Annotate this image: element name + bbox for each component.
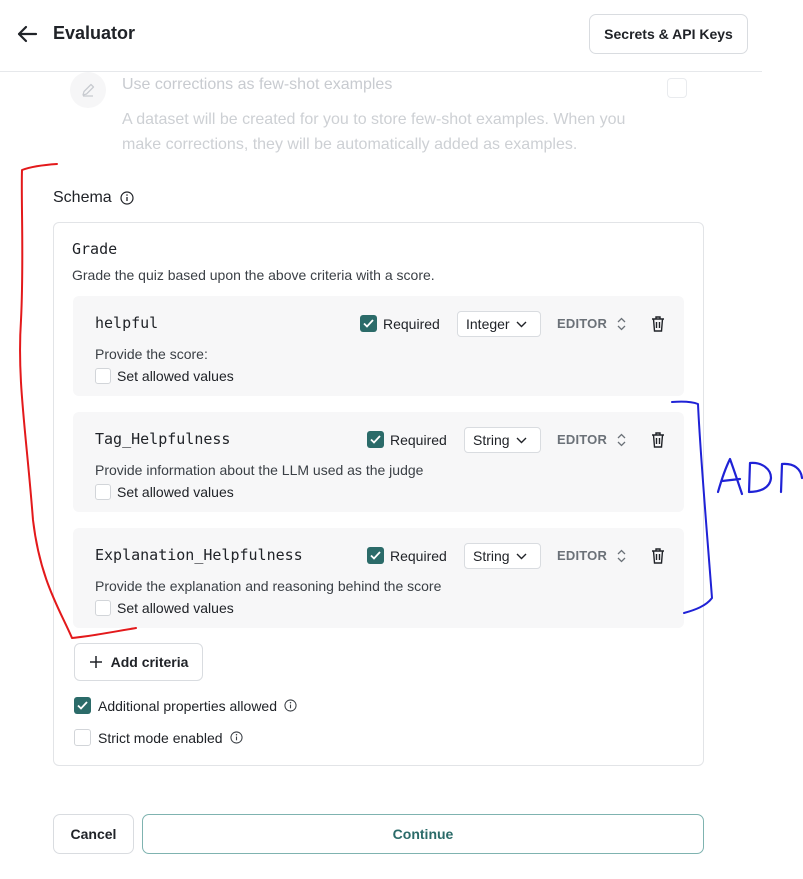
fewshot-title: Use corrections as few-shot examples [122, 76, 393, 93]
unchecked-checkbox[interactable] [95, 484, 111, 500]
additional-properties-label: Additional properties allowed [98, 697, 277, 714]
editor-button[interactable]: EDITOR [557, 432, 626, 447]
criterion-name: helpful [95, 314, 159, 332]
set-allowed-values-label: Set allowed values [117, 600, 234, 616]
set-allowed-values[interactable]: Set allowed values [95, 600, 234, 616]
pencil-icon [70, 72, 106, 108]
checked-checkbox-icon[interactable] [367, 431, 384, 448]
editor-label: EDITOR [557, 432, 608, 447]
chevron-down-icon [516, 437, 527, 443]
chevron-up-down-icon [617, 549, 626, 562]
trash-icon[interactable] [650, 547, 666, 565]
editor-button[interactable]: EDITOR [557, 548, 626, 563]
type-select[interactable]: Integer [457, 311, 541, 337]
criterion-description: Provide the explanation and reasoning be… [95, 578, 442, 594]
criterion-card: Tag_Helpfulness Required String EDITOR P… [73, 412, 684, 512]
schema-label: Schema [53, 189, 134, 207]
add-criteria-label: Add criteria [110, 654, 189, 670]
checked-checkbox-icon[interactable] [367, 547, 384, 564]
type-select[interactable]: String [464, 427, 541, 453]
criterion-card: Explanation_Helpfulness Required String … [73, 528, 684, 628]
schema-description: Grade the quiz based upon the above crit… [72, 267, 435, 283]
info-icon[interactable] [120, 191, 134, 205]
criterion-description: Provide information about the LLM used a… [95, 462, 424, 478]
chevron-down-icon [516, 321, 527, 327]
unchecked-checkbox[interactable] [95, 368, 111, 384]
chevron-up-down-icon [617, 433, 626, 446]
criterion-description: Provide the score: [95, 346, 208, 362]
editor-label: EDITOR [557, 316, 608, 331]
page-title: Evaluator [53, 23, 136, 43]
required-toggle[interactable]: Required [367, 431, 447, 448]
handwritten-add-text [716, 457, 803, 496]
trash-icon[interactable] [650, 315, 666, 333]
additional-properties-option[interactable]: Additional properties allowed [74, 697, 297, 714]
type-select-value: String [473, 548, 510, 564]
required-toggle[interactable]: Required [367, 547, 447, 564]
strict-mode-label: Strict mode enabled [98, 729, 223, 746]
chevron-down-icon [516, 553, 527, 559]
chevron-up-down-icon [617, 317, 626, 330]
cancel-button[interactable]: Cancel [53, 814, 134, 854]
required-label: Required [390, 547, 447, 564]
type-select-value: String [473, 432, 510, 448]
set-allowed-values-label: Set allowed values [117, 484, 234, 500]
schema-name: Grade [72, 240, 118, 258]
plus-icon [89, 656, 102, 668]
criterion-name: Explanation_Helpfulness [95, 546, 303, 564]
editor-button[interactable]: EDITOR [557, 316, 626, 331]
unchecked-checkbox[interactable] [74, 729, 91, 746]
checked-checkbox-icon[interactable] [360, 315, 377, 332]
back-arrow-icon[interactable] [14, 22, 40, 46]
add-criteria-button[interactable]: Add criteria [74, 643, 203, 681]
continue-button[interactable]: Continue [142, 814, 704, 854]
criterion-name: Tag_Helpfulness [95, 430, 231, 448]
criterion-card: helpful Required Integer EDITOR Provide … [73, 296, 684, 396]
editor-label: EDITOR [557, 548, 608, 563]
checked-checkbox-icon[interactable] [74, 697, 91, 714]
required-label: Required [390, 431, 447, 448]
fewshot-description: A dataset will be created for you to sto… [122, 111, 626, 153]
required-label: Required [383, 315, 440, 332]
set-allowed-values-label: Set allowed values [117, 368, 234, 384]
top-bar: Evaluator Secrets & API Keys [0, 0, 762, 72]
trash-icon[interactable] [650, 431, 666, 449]
secrets-api-keys-button[interactable]: Secrets & API Keys [589, 14, 748, 54]
info-icon[interactable] [229, 731, 243, 744]
schema-box: Grade Grade the quiz based upon the abov… [53, 222, 704, 766]
type-select[interactable]: String [464, 543, 541, 569]
type-select-value: Integer [466, 316, 510, 332]
required-toggle[interactable]: Required [360, 315, 440, 332]
schema-label-text: Schema [53, 189, 112, 206]
set-allowed-values[interactable]: Set allowed values [95, 368, 234, 384]
fewshot-checkbox[interactable] [667, 78, 687, 98]
strict-mode-option[interactable]: Strict mode enabled [74, 729, 243, 746]
set-allowed-values[interactable]: Set allowed values [95, 484, 234, 500]
info-icon[interactable] [284, 699, 297, 712]
unchecked-checkbox[interactable] [95, 600, 111, 616]
